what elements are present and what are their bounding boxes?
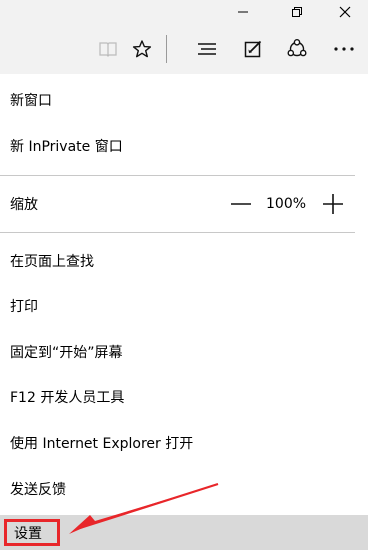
menu-item-label: 发送反馈 — [10, 482, 66, 498]
more-button[interactable] — [329, 34, 359, 64]
menu-item-print[interactable]: 打印 — [0, 286, 368, 326]
hub-icon — [198, 43, 216, 55]
web-note-button[interactable] — [238, 34, 268, 64]
menu-item-pin-to-start[interactable]: 固定到“开始”屏幕 — [0, 332, 368, 372]
zoom-out-button[interactable] — [228, 192, 254, 216]
menu-item-find-on-page[interactable]: 在页面上查找 — [0, 241, 368, 281]
menu-item-open-with-ie[interactable]: 使用 Internet Explorer 打开 — [0, 423, 368, 463]
zoom-level-value: 100% — [266, 196, 307, 212]
menu-item-send-feedback[interactable]: 发送反馈 — [0, 469, 368, 509]
web-note-icon — [244, 40, 262, 58]
menu-item-dev-tools[interactable]: F12 开发人员工具 — [0, 377, 368, 417]
menu-item-new-window[interactable]: 新窗口 — [0, 80, 368, 120]
menu-item-label: F12 开发人员工具 — [10, 390, 125, 406]
zoom-label: 缩放 — [10, 197, 38, 213]
menu-item-label: 打印 — [10, 299, 38, 315]
menu-item-label: 设置 — [14, 525, 42, 542]
toolbar-separator — [166, 35, 167, 63]
menu-item-label: 在页面上查找 — [10, 254, 94, 270]
minimize-button[interactable] — [220, 0, 266, 24]
close-button[interactable] — [322, 0, 368, 24]
restore-button[interactable] — [274, 0, 320, 24]
share-button[interactable] — [282, 34, 312, 64]
menu-item-label: 新窗口 — [10, 93, 52, 109]
share-icon — [287, 39, 307, 57]
menu-item-new-inprivate-window[interactable]: 新 InPrivate 窗口 — [0, 126, 368, 166]
more-actions-menu: 新窗口 新 InPrivate 窗口 缩放 100% 在页面上查找 打印 固定到… — [0, 74, 368, 550]
favorite-button[interactable] — [127, 34, 157, 64]
menu-item-settings[interactable]: 设置 — [4, 519, 60, 546]
browser-toolbar — [0, 24, 368, 74]
favorite-star-icon — [132, 40, 152, 58]
menu-divider — [0, 175, 355, 176]
minimize-icon — [238, 11, 248, 13]
close-icon — [339, 6, 351, 18]
title-bar — [0, 0, 368, 24]
reading-view-button[interactable] — [93, 34, 123, 64]
plus-icon — [323, 194, 343, 214]
menu-item-settings-row[interactable]: 设置 — [0, 515, 368, 550]
restore-icon — [292, 7, 302, 17]
menu-item-label: 固定到“开始”屏幕 — [10, 345, 123, 361]
hub-button[interactable] — [192, 34, 222, 64]
zoom-row: 缩放 100% — [0, 184, 368, 224]
menu-item-label: 新 InPrivate 窗口 — [10, 139, 123, 155]
menu-item-label: 使用 Internet Explorer 打开 — [10, 436, 194, 452]
menu-divider — [0, 232, 355, 233]
more-icon — [334, 47, 354, 51]
minus-icon — [231, 203, 251, 205]
reading-view-icon — [99, 42, 117, 57]
zoom-in-button[interactable] — [320, 192, 346, 216]
